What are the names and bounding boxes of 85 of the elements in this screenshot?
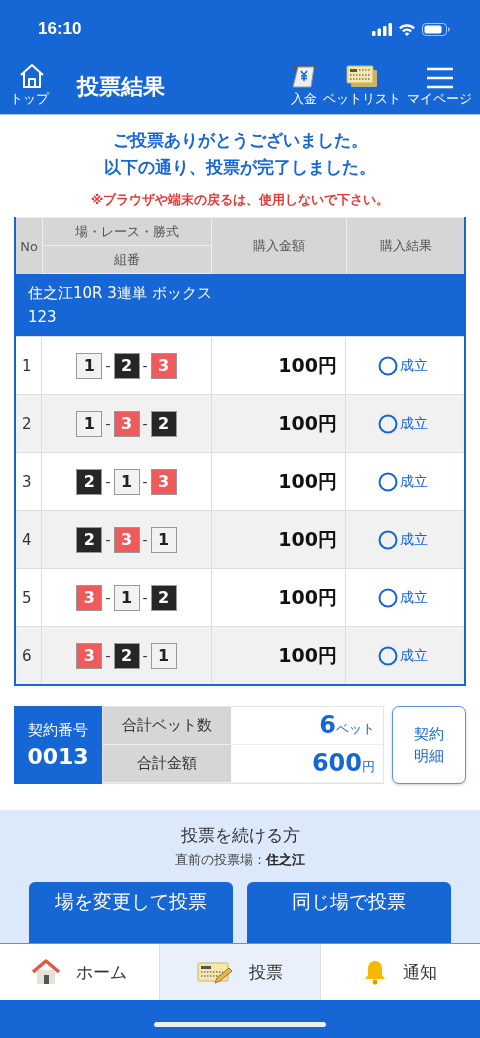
bell-icon: [363, 959, 388, 985]
result-text: 成立: [400, 646, 428, 665]
result-text: 成立: [400, 356, 428, 375]
separator-text: -: [142, 589, 148, 606]
boat-number: 1: [76, 352, 103, 379]
boat-number: 3: [76, 584, 103, 611]
bet-list-link[interactable]: ベットリスト: [323, 65, 401, 108]
wifi-icon: [398, 22, 416, 36]
yen-slip-icon: [291, 65, 317, 89]
nav-label: ホーム: [76, 960, 128, 984]
separator-text: -: [142, 415, 148, 432]
race-title: 住之江10R 3連単 ボックス: [28, 283, 213, 304]
nav-label: 通知: [403, 960, 438, 984]
boat-number: 1: [150, 642, 177, 669]
menu-icon: [425, 67, 454, 89]
boat-number: 1: [76, 410, 103, 437]
nav-tab[interactable]: 投票: [159, 944, 321, 1000]
boat-number: 3: [113, 410, 140, 437]
total-bets-value: 6ベット: [231, 707, 383, 745]
contract-detail-button[interactable]: 契約明細: [392, 706, 466, 784]
boat-number: 2: [76, 468, 103, 495]
boat-number: 1: [113, 468, 140, 495]
battery-icon: [422, 22, 450, 36]
result-text: 成立: [400, 414, 428, 433]
house-icon: [32, 959, 61, 985]
deposit-link[interactable]: 入金: [291, 65, 317, 108]
amount-text: 100円: [278, 352, 337, 378]
continue-title: 投票を続ける方: [180, 824, 300, 847]
home-icon: [18, 63, 45, 89]
tickets-icon: [346, 65, 378, 89]
separator-text: -: [105, 473, 111, 490]
ticket-pencil-icon: [197, 959, 233, 985]
table-cell: 6: [16, 627, 42, 684]
boat-number: 2: [76, 526, 103, 553]
boat-number: 2: [113, 642, 140, 669]
separator-text: -: [142, 647, 148, 664]
amount-text: 100円: [278, 584, 337, 610]
amount-text: 100円: [278, 410, 337, 436]
result-text: 成立: [400, 472, 428, 491]
action-label: 入金: [291, 91, 317, 108]
boat-number: 3: [150, 468, 177, 495]
boat-number: 3: [113, 526, 140, 553]
thanks-message: 以下の通り、投票が完了しました。: [104, 156, 376, 179]
amount-text: 100円: [278, 526, 337, 552]
separator-text: -: [105, 415, 111, 432]
vote-button[interactable]: 同じ場で投票: [247, 882, 451, 943]
signal-icon: [372, 22, 392, 36]
column-header: 場・レース・勝式: [43, 218, 212, 246]
column-header: 購入結果: [378, 237, 433, 255]
separator-text: -: [142, 357, 148, 374]
amount-text: 100円: [278, 642, 337, 668]
separator-text: -: [142, 473, 148, 490]
mypage-link[interactable]: マイページ: [407, 67, 472, 108]
boat-number: 2: [150, 410, 177, 437]
boat-number: 2: [150, 584, 177, 611]
nav-tab[interactable]: ホーム: [0, 944, 160, 1000]
separator-text: -: [105, 531, 111, 548]
boat-number: 3: [150, 352, 177, 379]
separator-text: -: [105, 647, 111, 664]
total-bets-label: 合計ベット数: [103, 707, 231, 745]
race-numbers: 123: [28, 307, 58, 328]
nav-label: 投票: [249, 960, 283, 984]
contract-number: 0013: [27, 744, 89, 769]
thanks-message: ご投票ありがとうございました。: [112, 129, 368, 152]
separator-text: -: [105, 357, 111, 374]
warning-message: ※ブラウザや端末の戻るは、使用しないで下さい。: [89, 191, 391, 209]
boat-number: 2: [113, 352, 140, 379]
status-time: 16:10: [38, 19, 82, 39]
total-amount-label: 合計金額: [103, 745, 231, 783]
contract-label: 契約番号: [28, 721, 88, 740]
amount-text: 100円: [278, 468, 337, 494]
separator-text: -: [105, 589, 111, 606]
last-venue-text: 直前の投票場：住之江: [175, 851, 305, 869]
boat-number: 3: [76, 642, 103, 669]
action-label: ベットリスト: [323, 91, 401, 108]
boat-number: 1: [113, 584, 140, 611]
action-label: マイページ: [407, 91, 472, 108]
page-title: 投票結果: [77, 73, 166, 101]
nav-tab[interactable]: 通知: [320, 944, 480, 1000]
result-text: 成立: [400, 530, 428, 549]
result-text: 成立: [400, 588, 428, 607]
total-amount-value: 600円: [231, 745, 383, 783]
boat-number: 1: [150, 526, 177, 553]
vote-button[interactable]: 場を変更して投票: [29, 882, 233, 943]
separator-text: -: [142, 531, 148, 548]
